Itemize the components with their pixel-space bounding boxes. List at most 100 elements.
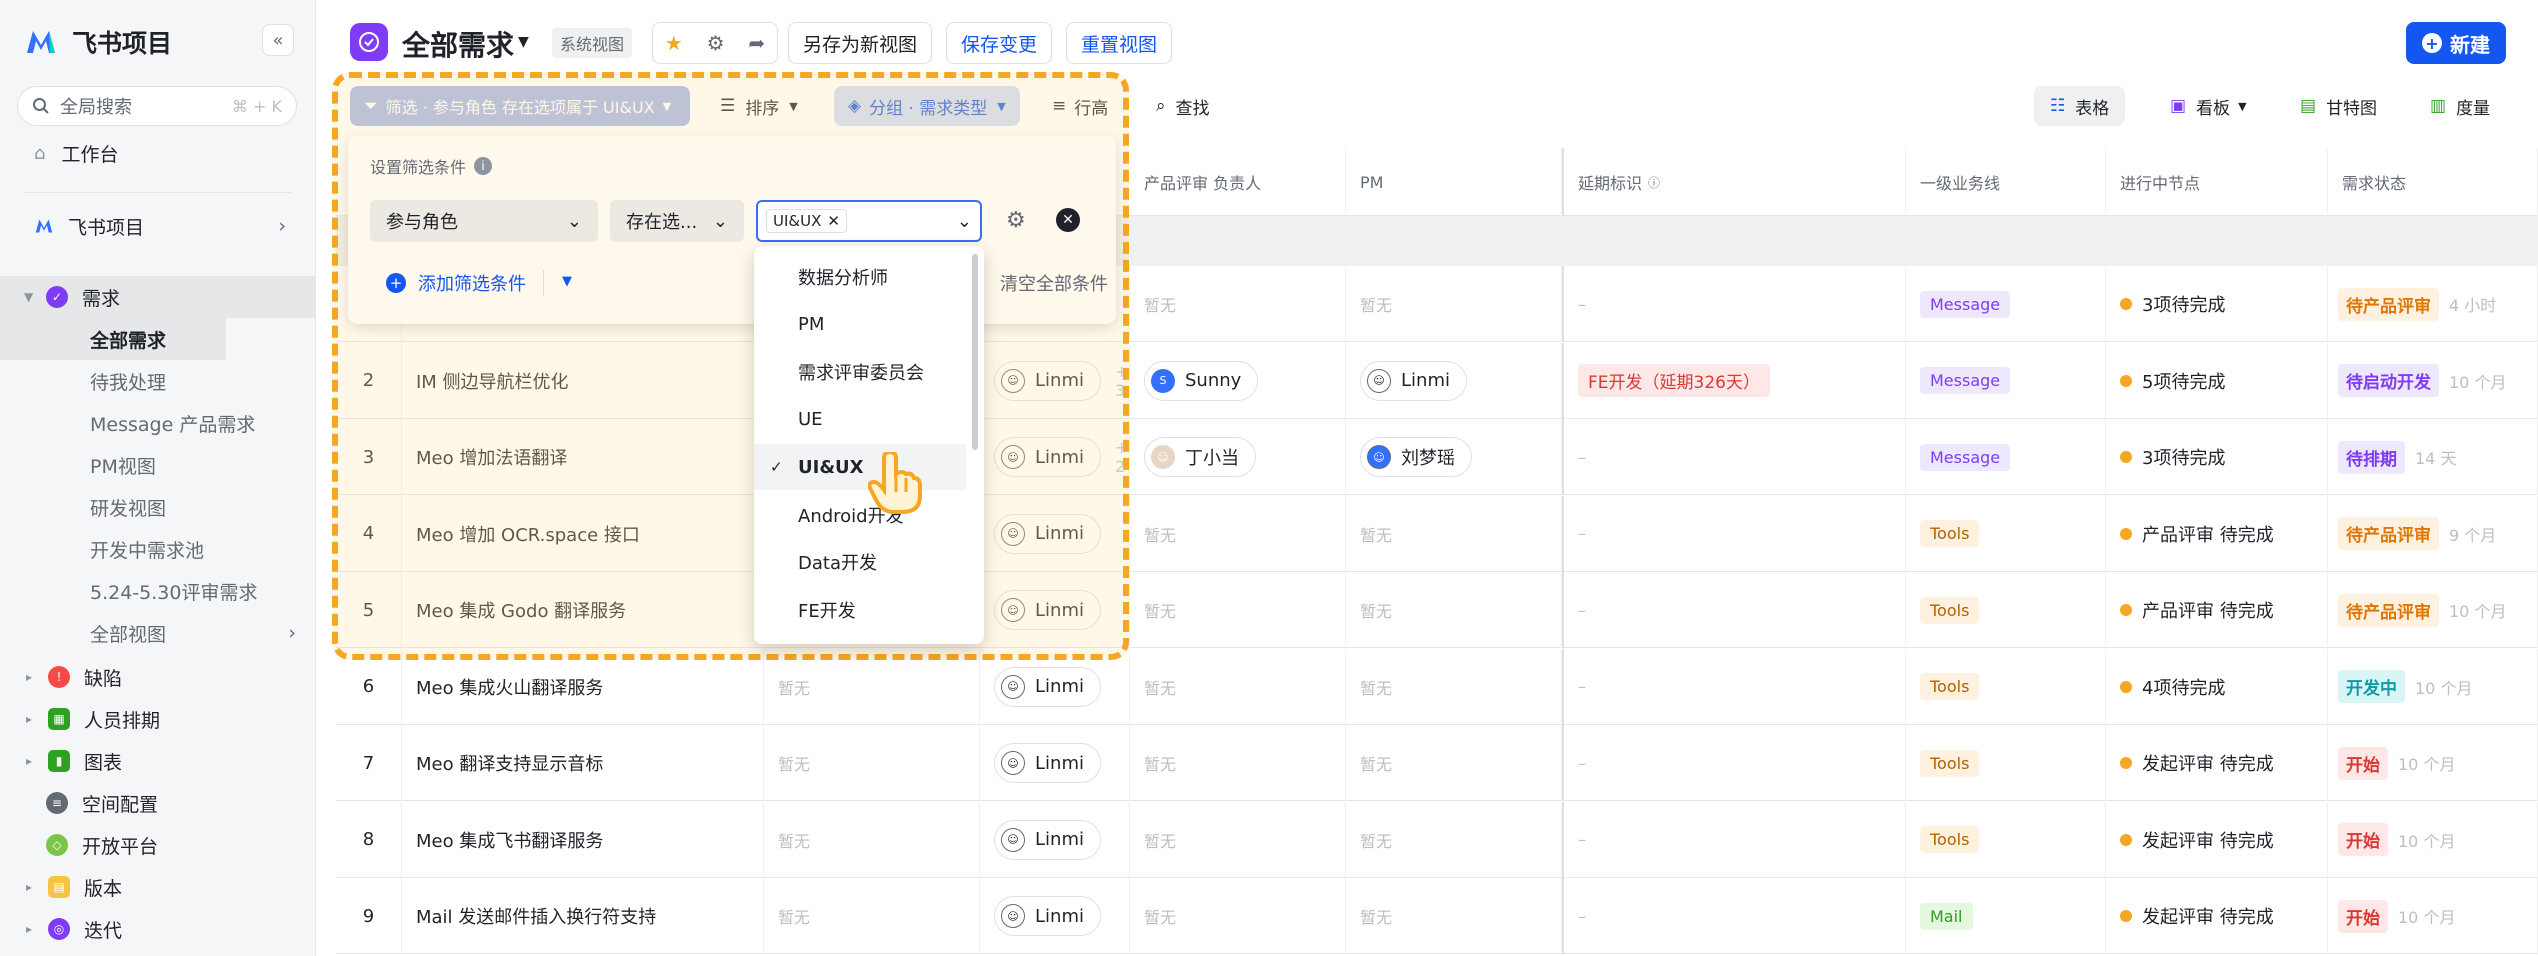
option-item[interactable]: FE开发 [754,587,966,633]
sidebar-subitem[interactable]: 开发中需求池 [90,528,316,570]
close-icon[interactable]: ✕ [827,212,840,230]
pm-cell[interactable]: 暂无 [1346,878,1562,954]
column-header[interactable]: 需求状态 [2328,148,2538,216]
demand-name[interactable]: Meo 翻译支持显示音标 [402,725,764,801]
status-cell[interactable]: 待产品评审 4 小时 [2328,266,2538,342]
person-chip[interactable]: ☺ Linmi [994,666,1101,707]
reviewer-cell[interactable]: 暂无 [1130,572,1346,648]
reviewer-cell[interactable]: 暂无 [1130,648,1346,725]
sidebar-item-workbench[interactable]: ⌂ 工作台 [0,132,316,174]
person-chip[interactable]: ☺ 刘梦瑶 [1360,437,1472,477]
reviewer-cell[interactable]: 暂无 [1130,266,1346,342]
node-cell[interactable]: 3项待完成 [2106,419,2328,495]
business-line-cell[interactable]: Message [1906,342,2106,419]
designer-cell[interactable]: 暂无 [764,878,980,954]
pm-cell[interactable]: 暂无 [1346,801,1562,878]
person-chip[interactable]: ☺ Linmi [994,896,1101,936]
business-line-cell[interactable]: Message [1906,419,2106,495]
option-item[interactable]: PM [754,302,966,348]
close-icon[interactable]: ✕ [1056,208,1080,232]
sidebar-subitem-all-views[interactable]: 全部视图 › [90,612,316,654]
pm-cell[interactable]: 暂无 [1346,572,1562,648]
add-filter-button[interactable]: + 添加筛选条件 [386,270,526,296]
sidebar-subitem-all-demands[interactable]: 全部需求 [0,318,226,360]
new-button[interactable]: + 新建 [2406,22,2506,64]
view-dropdown-icon[interactable]: ▼ [518,34,529,50]
delay-cell[interactable]: – [1562,266,1906,342]
status-cell[interactable]: 待启动开发 10 个月 [2328,342,2538,419]
tab-kanban[interactable]: ▣ 看板 ▼ [2154,86,2263,126]
sidebar-item-open-platform[interactable]: ◇ 开放平台 [0,824,316,866]
person-chip[interactable]: S Sunny [1144,360,1259,401]
node-cell[interactable]: 3项待完成 [2106,266,2328,342]
node-cell[interactable]: 产品评审 待完成 [2106,495,2328,572]
global-search-input[interactable]: 全局搜索 ⌘ + K [17,86,297,126]
reviewer-cell[interactable]: 暂无 [1130,878,1346,954]
node-cell[interactable]: 发起评审 待完成 [2106,801,2328,878]
caret-down-icon[interactable]: ▼ [562,274,572,289]
person-chip[interactable]: ☺ Linmi [994,743,1101,783]
business-line-cell[interactable]: Tools [1906,801,2106,878]
delay-cell[interactable]: – [1562,419,1906,495]
pm-cell[interactable]: ☺ Linmi [1346,342,1562,419]
sidebar-subitem[interactable]: 5.24-5.30评审需求 [90,570,316,612]
delay-cell[interactable]: – [1562,648,1906,725]
delay-cell[interactable]: – [1562,801,1906,878]
reviewer-cell[interactable]: ☺ 丁小当 [1130,419,1346,495]
designer-cell[interactable]: 暂无 [764,801,980,878]
star-icon[interactable]: ★ [665,31,683,55]
business-line-cell[interactable]: Tools [1906,648,2106,725]
save-as-new-view-button[interactable]: 另存为新视图 [788,22,933,64]
person-chip[interactable]: ☺ Linmi [994,819,1101,860]
option-item[interactable]: ✓ UI&UX [754,444,966,490]
demand-name[interactable]: Mail 发送邮件插入换行符支持 [402,878,764,954]
delay-cell[interactable]: – [1562,495,1906,572]
table-row[interactable]: 7 Meo 翻译支持显示音标 暂无 ☺ Linmi 暂无 暂无 – Tools 发起评审 待完成开… [336,725,2538,801]
pm-cell[interactable]: 暂无 [1346,648,1562,725]
node-cell[interactable]: 5项待完成 [2106,342,2328,419]
status-cell[interactable]: 待产品评审 9 个月 [2328,495,2538,572]
owner-cell[interactable]: ☺ Linmi [980,801,1130,878]
table-row[interactable]: 9 Mail 发送邮件插入换行符支持 暂无 ☺ Linmi 暂无 暂无 – Mail 发起评审 待… [336,878,2538,954]
column-header[interactable]: 一级业务线 [1906,148,2106,216]
designer-cell[interactable]: 暂无 [764,725,980,801]
column-header[interactable]: 进行中节点 [2106,148,2328,216]
reset-view-button[interactable]: 重置视图 [1066,22,1173,64]
sidebar-subitem[interactable]: Message 产品需求 [90,402,316,444]
option-item[interactable]: UE [754,397,966,443]
status-cell[interactable]: 开发中 10 个月 [2328,648,2538,725]
find-button[interactable]: ⌕ 查找 [1156,86,1210,126]
business-line-cell[interactable]: Tools [1906,495,2106,572]
scrollbar[interactable] [972,254,978,450]
pm-cell[interactable]: ☺ 刘梦瑶 [1346,419,1562,495]
sidebar-item-version[interactable]: ▸ ▤ 版本 [0,866,316,908]
owner-cell[interactable]: ☺ Linmi [980,725,1130,801]
filter-value-select[interactable]: UI&UX ✕ ⌄ [756,200,982,242]
delay-cell[interactable]: – [1562,878,1906,954]
status-cell[interactable]: 开始 10 个月 [2328,878,2538,954]
reviewer-cell[interactable]: 暂无 [1130,725,1346,801]
demand-name[interactable]: Meo 集成飞书翻译服务 [402,801,764,878]
delay-cell[interactable]: FE开发（延期326天） [1562,342,1906,419]
option-item[interactable]: Android开发 [754,492,966,538]
sidebar-item-demand[interactable]: ▼ ✓ 需求 [0,276,316,318]
column-header[interactable]: 产品评审 负责人 [1130,148,1346,216]
sidebar-subitem[interactable]: 待我处理 [90,360,316,402]
reviewer-cell[interactable]: 暂无 [1130,495,1346,572]
sidebar-item-iteration[interactable]: ▸ ◎ 迭代 [0,908,316,950]
share-icon[interactable]: ➦ [748,31,765,55]
node-cell[interactable]: 产品评审 待完成 [2106,572,2328,648]
pm-cell[interactable]: 暂无 [1346,725,1562,801]
option-item[interactable]: 需求评审委员会 [754,349,966,395]
node-cell[interactable]: 4项待完成 [2106,648,2328,725]
business-line-cell[interactable]: Tools [1906,572,2106,648]
person-chip[interactable]: ☺ 丁小当 [1144,437,1256,477]
filter-field-select[interactable]: 参与角色 ⌄ [370,200,598,242]
status-cell[interactable]: 开始 10 个月 [2328,725,2538,801]
table-row[interactable]: 8 Meo 集成飞书翻译服务 暂无 ☺ Linmi 暂无 暂无 – Tools 发起评审 待完成开… [336,801,2538,878]
save-changes-button[interactable]: 保存变更 [946,22,1053,64]
sidebar-item-schedule[interactable]: ▸ ▦ 人员排期 [0,698,316,740]
sidebar-item-project[interactable]: 飞书项目 › [0,205,316,247]
column-header[interactable]: PM [1346,148,1562,216]
tab-table[interactable]: ☷ 表格 [2034,86,2126,126]
